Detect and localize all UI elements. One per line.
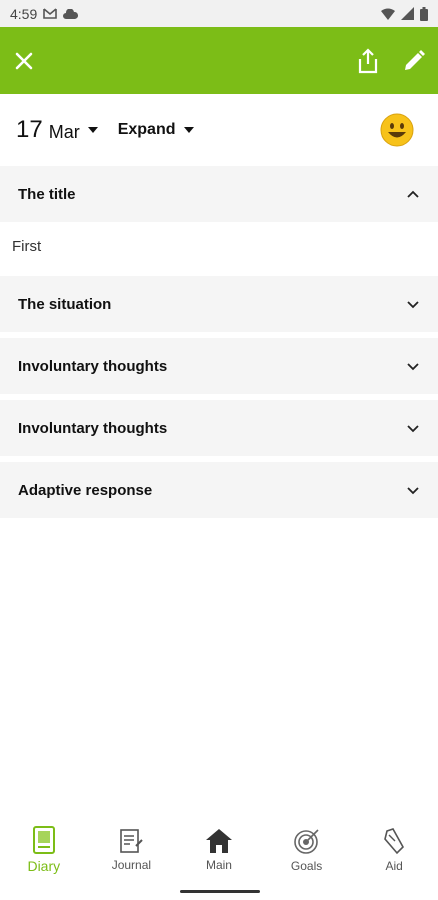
status-bar: 4:59 (0, 0, 438, 27)
wifi-icon (381, 8, 395, 20)
status-time: 4:59 (10, 5, 38, 22)
section-header[interactable]: Adaptive response (0, 462, 438, 518)
bottom-nav: Diary Journal Main Goals Aid (0, 818, 438, 882)
share-button[interactable] (354, 47, 382, 75)
section-header[interactable]: The situation (0, 276, 438, 332)
date-row: 17 Mar Expand (0, 94, 438, 166)
chevron-up-icon (407, 190, 419, 198)
nav-item-diary[interactable]: Diary (0, 818, 88, 882)
nav-item-goals[interactable]: Goals (263, 818, 351, 882)
home-indicator[interactable] (180, 890, 260, 893)
chevron-down-icon (407, 487, 419, 495)
close-button[interactable] (10, 47, 38, 75)
section-header[interactable]: Involuntary thoughts (0, 338, 438, 394)
close-icon (15, 52, 33, 69)
signal-icon (401, 7, 414, 20)
expand-label: Expand (117, 121, 176, 138)
date-month: Mar (48, 121, 80, 142)
battery-icon (420, 6, 428, 21)
section-title: Involuntary thoughts (18, 357, 168, 375)
aid-icon (384, 828, 405, 855)
section-title: Adaptive response (18, 481, 153, 499)
nav-label: Goals (290, 859, 323, 873)
nav-label: Main (205, 858, 232, 872)
dropdown-caret-icon (183, 127, 194, 133)
home-icon (205, 829, 232, 853)
nav-item-aid[interactable]: Aid (350, 818, 438, 882)
app-bar (0, 27, 438, 94)
diary-icon (32, 826, 55, 854)
share-icon (358, 47, 378, 73)
section-title: The situation (18, 295, 112, 313)
target-icon (293, 829, 319, 854)
cloud-icon (63, 8, 79, 19)
nav-label: Diary (27, 858, 61, 874)
dropdown-caret-icon (87, 127, 98, 133)
chevron-down-icon (407, 425, 419, 433)
pencil-icon (405, 49, 425, 70)
nav-item-journal[interactable]: Journal (88, 818, 176, 882)
section-title: The title (18, 185, 76, 203)
expand-dropdown[interactable]: Expand (118, 121, 194, 139)
section-header[interactable]: Involuntary thoughts (0, 400, 438, 456)
edit-button[interactable] (400, 47, 428, 75)
date-picker[interactable]: 17 Mar (16, 116, 98, 144)
nav-label: Aid (385, 859, 403, 873)
section-header[interactable]: The title (0, 166, 438, 222)
nav-label: Journal (111, 858, 152, 872)
nav-item-main[interactable]: Main (175, 818, 263, 882)
section-title: Involuntary thoughts (18, 419, 168, 437)
chevron-down-icon (407, 363, 419, 371)
journal-icon (120, 829, 144, 853)
date-day: 17 (16, 116, 43, 143)
gmail-icon (43, 8, 58, 19)
smiley-icon[interactable] (380, 113, 414, 147)
section-content: First (12, 237, 42, 255)
chevron-down-icon (407, 301, 419, 309)
